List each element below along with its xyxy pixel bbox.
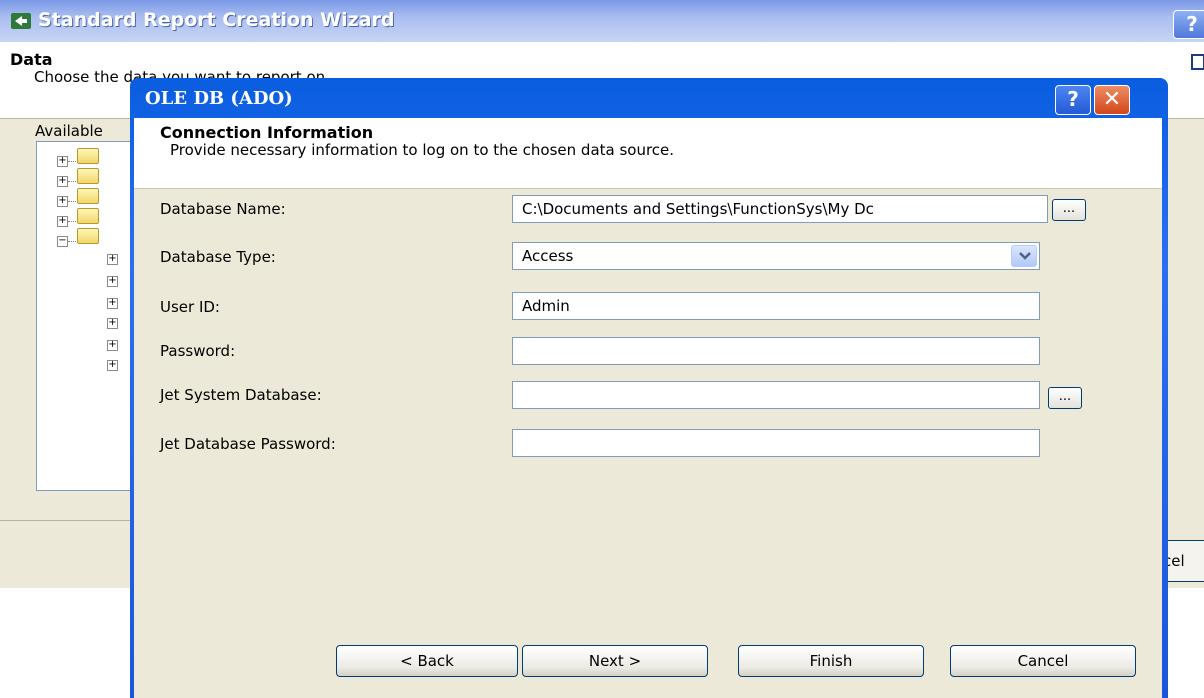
database-name-label: Database Name: — [160, 200, 286, 218]
folder-icon — [77, 168, 99, 184]
database-type-value: Access — [522, 247, 574, 265]
folder-icon — [77, 228, 99, 244]
jet-database-password-field[interactable] — [512, 429, 1040, 457]
oledb-dialog: OLE DB (ADO) ? ✕ Connection Information … — [130, 78, 1168, 698]
connection-info-title: Connection Information — [160, 123, 374, 142]
divider — [0, 520, 140, 521]
jet-system-database-label: Jet System Database: — [160, 386, 322, 404]
expand-icon[interactable]: + — [57, 176, 68, 187]
folder-icon — [77, 188, 99, 204]
jet-system-database-field[interactable] — [512, 381, 1040, 409]
wizard-titlebar: Standard Report Creation Wizard ? — [0, 0, 1204, 42]
wizard-header-title: Data — [10, 50, 53, 69]
folder-icon — [77, 148, 99, 164]
expand-icon[interactable]: + — [107, 276, 118, 287]
jet-database-password-label: Jet Database Password: — [160, 435, 336, 453]
finish-button[interactable]: Finish — [738, 645, 924, 677]
password-label: Password: — [160, 342, 236, 360]
tree-connector — [68, 201, 76, 202]
next-button[interactable]: Next > — [522, 645, 708, 677]
expand-icon[interactable]: + — [107, 360, 118, 371]
expand-icon[interactable]: + — [107, 318, 118, 329]
collapse-icon[interactable]: − — [57, 236, 68, 247]
expand-icon[interactable]: + — [57, 216, 68, 227]
dialog-header: Connection Information Provide necessary… — [134, 118, 1162, 189]
wizard-title: Standard Report Creation Wizard — [38, 9, 395, 31]
back-button[interactable]: < Back — [336, 645, 518, 677]
expand-icon[interactable]: + — [57, 196, 68, 207]
tree-connector — [68, 161, 76, 162]
help-icon[interactable]: ? — [1055, 85, 1091, 115]
available-label: Available — [35, 122, 103, 140]
cancel-button[interactable]: Cancel — [950, 645, 1136, 677]
folder-icon — [77, 208, 99, 224]
jet-system-database-browse-button[interactable]: ... — [1048, 387, 1082, 409]
user-id-field[interactable]: Admin — [512, 292, 1040, 320]
app-icon — [11, 13, 31, 29]
dialog-title: OLE DB (ADO) — [145, 88, 293, 109]
connection-info-subtitle: Provide necessary information to log on … — [170, 141, 675, 159]
database-type-select[interactable]: Access — [512, 242, 1040, 270]
expand-icon[interactable]: + — [107, 340, 118, 351]
database-name-browse-button[interactable]: ... — [1052, 199, 1086, 221]
close-icon[interactable]: ✕ — [1094, 85, 1130, 115]
user-id-label: User ID: — [160, 298, 220, 316]
window-icon — [1191, 54, 1204, 70]
help-icon[interactable]: ? — [1173, 10, 1204, 39]
tree-connector — [68, 181, 76, 182]
database-name-field[interactable]: C:\Documents and Settings\FunctionSys\My… — [512, 195, 1048, 223]
database-type-label: Database Type: — [160, 248, 276, 266]
tree-connector — [68, 241, 76, 242]
expand-icon[interactable]: + — [107, 254, 118, 265]
chevron-down-icon[interactable] — [1011, 245, 1037, 267]
expand-icon[interactable]: + — [107, 298, 118, 309]
expand-icon[interactable]: + — [57, 156, 68, 167]
tree-connector — [68, 221, 76, 222]
dialog-body: Connection Information Provide necessary… — [134, 118, 1162, 698]
password-field[interactable] — [512, 337, 1040, 365]
